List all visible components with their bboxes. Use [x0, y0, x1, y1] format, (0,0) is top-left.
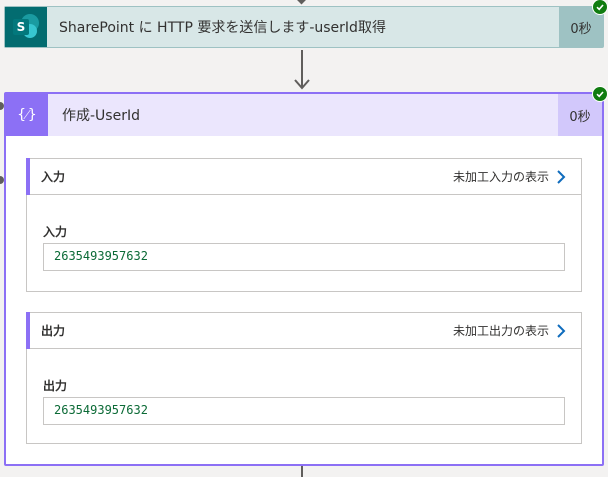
compose-icon: {⁄} — [6, 94, 48, 136]
flow-run-canvas: S SharePoint に HTTP 要求を送信します-userId取得 0秒… — [0, 0, 608, 477]
show-raw-inputs-link[interactable]: 未加工入力の表示 — [453, 168, 567, 185]
chevron-right-icon — [555, 169, 567, 184]
bottom-connector — [301, 466, 303, 477]
compose-action-card[interactable]: {⁄} 作成-UserId 0秒 入力 未加工入力の表示 入力 26354939… — [4, 92, 604, 466]
compose-action-title: 作成-UserId — [62, 108, 140, 124]
sharepoint-action-card[interactable]: S SharePoint に HTTP 要求を送信します-userId取得 0秒 — [4, 6, 604, 48]
success-check-icon — [592, 0, 608, 15]
show-raw-outputs-label: 未加工出力の表示 — [452, 324, 549, 338]
inputs-section: 入力 未加工入力の表示 入力 2635493957632 — [26, 158, 582, 292]
outputs-section: 出力 未加工出力の表示 出力 2635493957632 — [26, 312, 582, 444]
input-field-value[interactable]: 2635493957632 — [43, 243, 565, 271]
input-field-label: 入力 — [43, 225, 68, 239]
show-raw-outputs-link[interactable]: 未加工出力の表示 — [453, 322, 567, 339]
inputs-heading: 入力 — [41, 170, 66, 184]
output-field-label: 出力 — [43, 379, 68, 393]
success-check-icon — [592, 86, 608, 102]
output-field-value[interactable]: 2635493957632 — [43, 397, 565, 425]
compose-action-header[interactable]: {⁄} 作成-UserId 0秒 — [6, 94, 602, 136]
sharepoint-action-title: SharePoint に HTTP 要求を送信します-userId取得 — [59, 20, 386, 36]
sharepoint-icon-letter: S — [13, 19, 29, 35]
outputs-heading: 出力 — [41, 324, 66, 338]
sharepoint-icon: S — [13, 14, 39, 40]
inputs-section-header: 入力 未加工入力の表示 — [26, 158, 581, 195]
arrow-down-icon — [294, 50, 310, 90]
show-raw-inputs-label: 未加工入力の表示 — [452, 170, 549, 184]
outputs-section-header: 出力 未加工出力の表示 — [26, 312, 581, 349]
sharepoint-icon-box: S — [5, 7, 47, 47]
chevron-right-icon — [555, 323, 567, 338]
